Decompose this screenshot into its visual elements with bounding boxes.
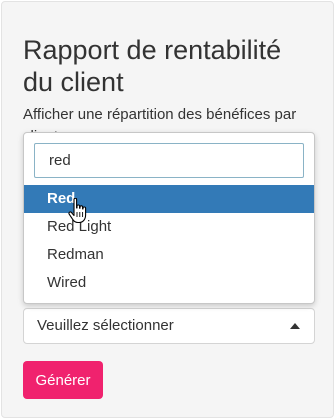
dropdown-option-wired[interactable]: Wired bbox=[24, 269, 314, 297]
select-placeholder: Veuillez sélectionner bbox=[37, 317, 174, 334]
dropdown-option-redman[interactable]: Redman bbox=[24, 241, 314, 269]
page-title: Rapport de rentabilité du client bbox=[23, 35, 282, 97]
dropdown-search-input[interactable] bbox=[34, 143, 304, 178]
client-select[interactable]: Veuillez sélectionner bbox=[23, 308, 315, 344]
hand-pointer-icon bbox=[68, 198, 87, 224]
client-dropdown-menu: Red Red Light Redman Wired bbox=[23, 132, 315, 304]
generate-button[interactable]: Générer bbox=[23, 361, 103, 399]
caret-up-icon bbox=[290, 323, 300, 329]
page-description: Afficher une répartition des bénéfices p… bbox=[23, 106, 297, 123]
report-panel: Rapport de rentabilité du client Affiche… bbox=[1, 1, 334, 418]
